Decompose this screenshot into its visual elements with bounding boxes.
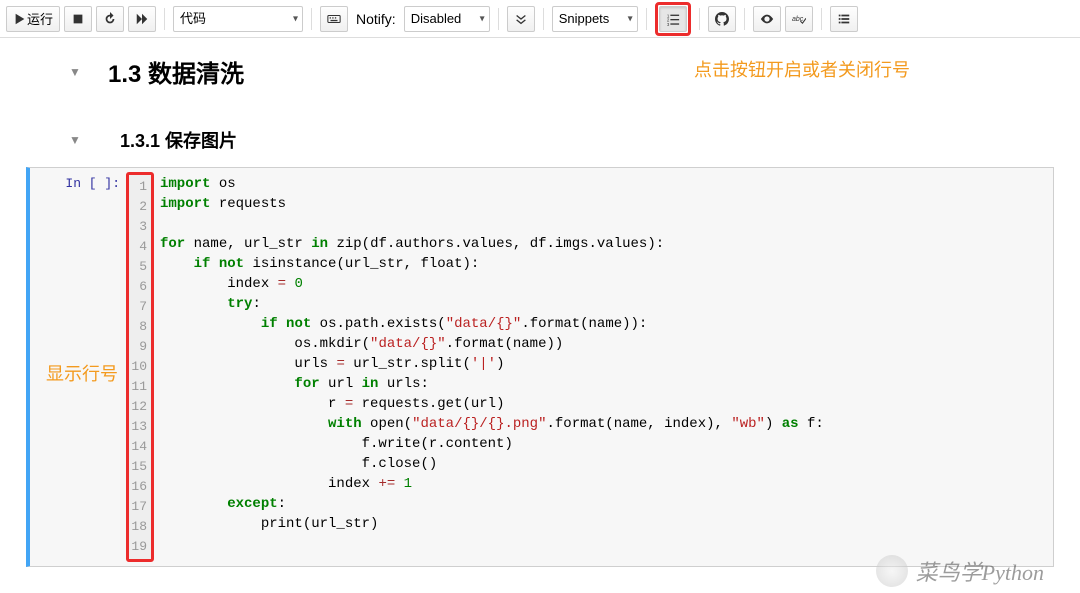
github-icon xyxy=(715,12,729,26)
line-number: 13 xyxy=(129,417,147,437)
separator xyxy=(699,8,700,30)
line-number: 14 xyxy=(129,437,147,457)
line-number: 15 xyxy=(129,457,147,477)
double-chevron-down-icon xyxy=(514,12,528,26)
cell-type-select[interactable]: 代码 xyxy=(173,6,303,32)
section-heading: 1.3 数据清洗 xyxy=(108,54,244,89)
line-number: 4 xyxy=(129,237,147,257)
line-number: 6 xyxy=(129,277,147,297)
line-number: 11 xyxy=(129,377,147,397)
separator xyxy=(543,8,544,30)
list-numbered-icon: 123 xyxy=(666,12,680,26)
code-editor[interactable]: 12345678910111213141516171819 import osi… xyxy=(126,168,1053,566)
stop-icon xyxy=(71,12,85,26)
line-number: 7 xyxy=(129,297,147,317)
code-cell[interactable]: In [ ]: 12345678910111213141516171819 im… xyxy=(26,167,1054,567)
watermark: 菜鸟学Python xyxy=(876,555,1044,587)
line-number: 5 xyxy=(129,257,147,277)
collapse-toggle[interactable]: ▼ xyxy=(60,133,90,147)
line-number: 19 xyxy=(129,537,147,557)
line-number: 3 xyxy=(129,217,147,237)
line-number-gutter: 12345678910111213141516171819 xyxy=(126,172,154,562)
separator xyxy=(744,8,745,30)
heading-row-2: ▼ 1.3.1 保存图片 xyxy=(0,125,1080,155)
line-numbers-highlight-box: 123 xyxy=(655,2,691,36)
collapse-toggle[interactable]: ▼ xyxy=(60,65,90,79)
notify-label: Notify: xyxy=(356,11,396,27)
restart-button[interactable] xyxy=(96,6,124,32)
run-all-button[interactable] xyxy=(128,6,156,32)
subsection-heading: 1.3.1 保存图片 xyxy=(120,127,237,153)
github-button[interactable] xyxy=(708,6,736,32)
separator xyxy=(311,8,312,30)
fast-forward-icon xyxy=(135,12,149,26)
notebook-area: ▼ 1.3 数据清洗 ▼ 1.3.1 保存图片 In [ ]: 12345678… xyxy=(0,38,1080,567)
restart-icon xyxy=(103,12,117,26)
snippets-select-wrap: Snippets xyxy=(552,6,638,32)
watermark-text: 菜鸟学Python xyxy=(916,555,1044,587)
line-number: 9 xyxy=(129,337,147,357)
separator xyxy=(164,8,165,30)
line-number: 18 xyxy=(129,517,147,537)
list-icon xyxy=(837,12,851,26)
toc-button[interactable] xyxy=(830,6,858,32)
code-content[interactable]: import osimport requests for name, url_s… xyxy=(154,172,1053,562)
notify-select[interactable]: Disabled xyxy=(404,6,490,32)
spellcheck-icon: abc xyxy=(792,12,806,26)
heading-row-1: ▼ 1.3 数据清洗 xyxy=(0,52,1080,91)
separator xyxy=(498,8,499,30)
line-number: 8 xyxy=(129,317,147,337)
cell-type-select-wrap: 代码 xyxy=(173,6,303,32)
line-number: 2 xyxy=(129,197,147,217)
play-icon xyxy=(13,12,27,26)
line-number: 16 xyxy=(129,477,147,497)
separator xyxy=(646,8,647,30)
line-number: 10 xyxy=(129,357,147,377)
keyboard-button[interactable] xyxy=(320,6,348,32)
line-number: 1 xyxy=(129,177,147,197)
run-button-label: 运行 xyxy=(27,9,53,28)
preview-button[interactable] xyxy=(753,6,781,32)
toolbar: 运行 代码 Notify: Disabled Snippets 123 xyxy=(0,0,1080,38)
run-button[interactable]: 运行 xyxy=(6,6,60,32)
stop-button[interactable] xyxy=(64,6,92,32)
annotation-toggle-hint: 点击按钮开启或者关闭行号 xyxy=(694,56,910,82)
keyboard-icon xyxy=(327,12,341,26)
eye-icon xyxy=(760,12,774,26)
notify-select-wrap: Disabled xyxy=(404,6,490,32)
spellcheck-button[interactable]: abc xyxy=(785,6,813,32)
double-down-button[interactable] xyxy=(507,6,535,32)
toggle-line-numbers-button[interactable]: 123 xyxy=(659,6,687,32)
line-number: 12 xyxy=(129,397,147,417)
line-number: 17 xyxy=(129,497,147,517)
separator xyxy=(821,8,822,30)
wechat-icon xyxy=(876,555,908,587)
snippets-select[interactable]: Snippets xyxy=(552,6,638,32)
annotation-gutter-hint: 显示行号 xyxy=(46,360,118,386)
svg-text:3: 3 xyxy=(667,22,670,26)
